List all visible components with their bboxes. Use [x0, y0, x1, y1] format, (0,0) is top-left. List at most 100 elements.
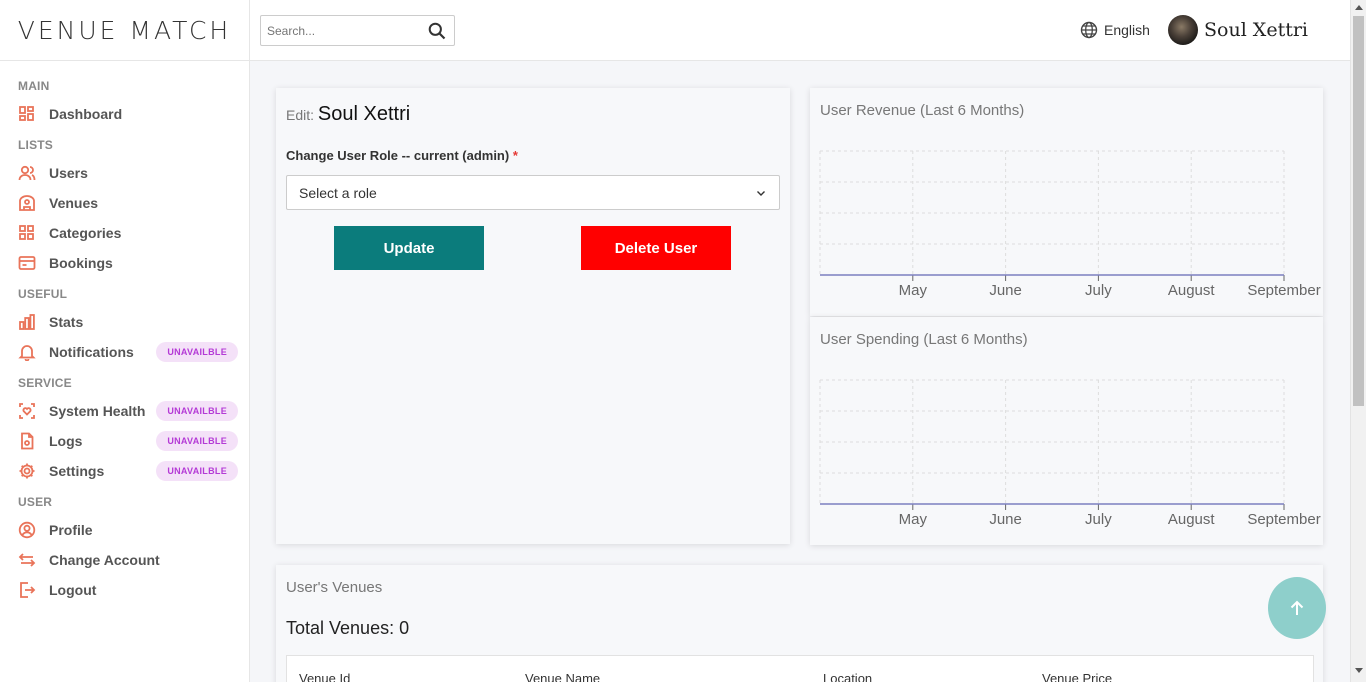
logo-area: VENUE MATCH — [0, 0, 249, 61]
sidebar-item-label: Categories — [49, 225, 122, 241]
venues-title: User's Venues — [286, 579, 383, 596]
update-button[interactable]: Update — [334, 226, 484, 270]
sidebar-item-label: Users — [49, 165, 88, 181]
spending-chart-card: May June July August September User Spending… — [810, 317, 1323, 545]
column-header[interactable]: Venue Price — [1042, 671, 1112, 682]
edit-title: Edit: Soul Xettri — [286, 103, 410, 126]
edit-prefix: Edit: — [286, 107, 318, 123]
sidebar-item-label: Stats — [49, 314, 84, 330]
language-selector[interactable]: English — [1080, 21, 1150, 39]
total-venues: Total Venues: 0 — [286, 618, 410, 638]
x-tick-label: August — [1168, 511, 1216, 528]
role-select[interactable]: Select a role — [286, 175, 780, 210]
section-user: USER — [18, 495, 53, 509]
section-lists: LISTS — [18, 138, 54, 152]
venues-table: Venue Id Venue Name Location Venue Price — [286, 655, 1314, 682]
sidebar-item-label: Logout — [49, 582, 97, 598]
health-icon — [18, 402, 36, 420]
column-header[interactable]: Location — [823, 671, 872, 682]
user-name: Soul Xettri — [1204, 19, 1309, 41]
x-tick-label: July — [1085, 282, 1112, 299]
sidebar-item-label: Settings — [49, 463, 105, 479]
x-tick-label: June — [989, 511, 1022, 528]
status-badge: UNAVAILBLE — [156, 401, 238, 421]
edit-user-name: Soul Xettri — [317, 103, 411, 125]
globe-icon — [1080, 21, 1098, 39]
x-tick-label: July — [1085, 511, 1112, 528]
search-box — [260, 15, 455, 46]
sidebar-item-logs[interactable]: Logs UNAVAILBLE — [18, 426, 249, 456]
users-icon — [18, 164, 36, 182]
revenue-chart: May June July August September — [819, 150, 1321, 299]
section-main: MAIN — [18, 79, 50, 93]
sidebar-item-label: System Health — [49, 403, 146, 419]
sidebar-item-label: Change Account — [49, 552, 160, 568]
language-label: English — [1104, 22, 1150, 38]
brand-logo[interactable]: VENUE MATCH — [18, 16, 231, 45]
sidebar-item-categories[interactable]: Categories — [18, 218, 249, 248]
x-tick-label: May — [899, 282, 928, 299]
gear-icon — [18, 462, 36, 480]
x-tick-label: September — [1247, 511, 1320, 528]
sidebar-item-label: Venues — [49, 195, 99, 211]
user-menu[interactable]: Soul Xettri — [1168, 15, 1308, 45]
sidebar-item-label: Dashboard — [49, 106, 123, 122]
x-tick-label: May — [899, 511, 928, 528]
sidebar-item-label: Bookings — [49, 255, 113, 271]
scroll-top-button[interactable] — [1268, 577, 1326, 639]
x-tick-label: August — [1168, 282, 1216, 299]
bookings-icon — [18, 254, 36, 272]
sidebar-item-label: Profile — [49, 522, 93, 538]
status-badge: UNAVAILBLE — [156, 461, 238, 481]
sidebar: VENUE MATCH MAIN Dashboard LISTS Users V… — [0, 0, 250, 682]
sidebar-item-logout[interactable]: Logout — [18, 575, 249, 605]
bell-icon — [18, 343, 36, 361]
scroll-down-arrow[interactable] — [1355, 668, 1363, 673]
spending-chart-title: User Spending (Last 6 Months) — [820, 331, 1028, 348]
logs-icon — [18, 432, 36, 450]
logout-icon — [18, 581, 36, 599]
sidebar-item-label: Notifications — [49, 344, 134, 360]
sidebar-item-profile[interactable]: Profile — [18, 515, 249, 545]
edit-user-card: Edit: Soul Xettri Change User Role -- cu… — [276, 88, 790, 544]
sidebar-item-venues[interactable]: Venues — [18, 188, 249, 218]
delete-user-button[interactable]: Delete User — [581, 226, 731, 270]
sidebar-item-users[interactable]: Users — [18, 158, 249, 188]
sidebar-item-notifications[interactable]: Notifications UNAVAILBLE — [18, 337, 249, 367]
sidebar-item-label: Logs — [49, 433, 83, 449]
search-input[interactable] — [267, 23, 417, 38]
sidebar-item-bookings[interactable]: Bookings — [18, 248, 249, 278]
sidebar-item-stats[interactable]: Stats — [18, 307, 249, 337]
topbar: English Soul Xettri — [250, 0, 1350, 61]
sidebar-item-change-account[interactable]: Change Account — [18, 545, 249, 575]
venue-icon — [18, 194, 36, 212]
scrollbar-thumb[interactable] — [1353, 16, 1364, 406]
categories-icon — [18, 224, 36, 242]
sidebar-item-system-health[interactable]: System Health UNAVAILBLE — [18, 396, 249, 426]
role-label: Change User Role -- current (admin) * — [286, 148, 518, 163]
status-badge: UNAVAILBLE — [156, 342, 238, 362]
column-header[interactable]: Venue Id — [299, 671, 350, 682]
search-icon[interactable] — [428, 22, 446, 45]
status-badge: UNAVAILBLE — [156, 431, 238, 451]
required-mark: * — [512, 148, 518, 163]
revenue-chart-title: User Revenue (Last 6 Months) — [820, 102, 1025, 119]
revenue-chart-card: May June July August September User Revenue … — [810, 88, 1323, 316]
x-tick-label: September — [1247, 282, 1320, 299]
column-header[interactable]: Venue Name — [525, 671, 600, 682]
arrow-up-icon — [1290, 600, 1304, 615]
page-scrollbar[interactable] — [1350, 0, 1366, 682]
sidebar-item-dashboard[interactable]: Dashboard — [18, 99, 249, 129]
profile-icon — [18, 521, 36, 539]
role-label-text: Change User Role -- current (admin) — [286, 148, 510, 163]
scroll-up-arrow[interactable] — [1355, 5, 1363, 10]
x-tick-label: June — [989, 282, 1022, 299]
swap-icon — [18, 551, 36, 569]
section-service: SERVICE — [18, 376, 72, 390]
sidebar-item-settings[interactable]: Settings UNAVAILBLE — [18, 456, 249, 486]
role-select-value: Select a role — [299, 185, 377, 201]
chevron-down-icon — [755, 186, 767, 202]
section-useful: USEFUL — [18, 287, 68, 301]
spending-chart: May June July August September — [819, 379, 1321, 528]
avatar[interactable] — [1168, 15, 1198, 45]
